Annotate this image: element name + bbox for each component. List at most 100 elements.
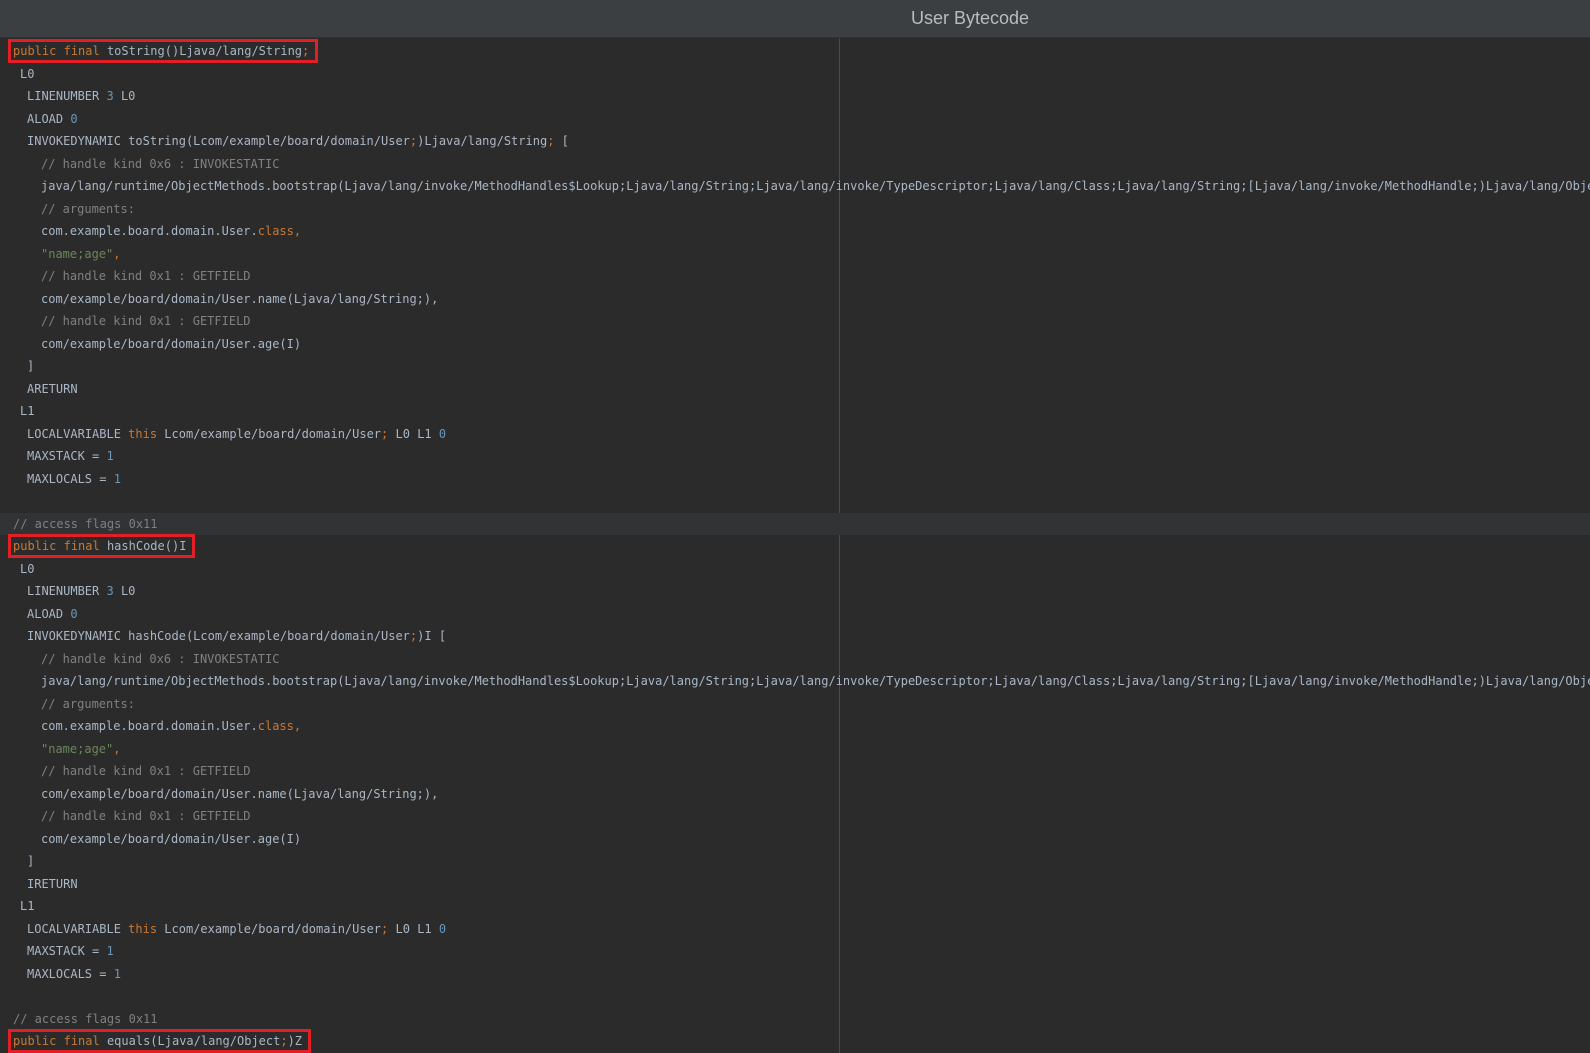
- bytecode-editor[interactable]: public final toString()Ljava/lang/String…: [0, 38, 1590, 1053]
- comment-line: // handle kind 0x6 : INVOKESTATIC: [41, 156, 280, 171]
- access-flags-comment: // access flags 0x11: [13, 1011, 158, 1026]
- method-signature-highlight: public final hashCode()I: [7, 534, 196, 558]
- opcode: ALOAD: [27, 111, 64, 126]
- opcode: LINENUMBER: [27, 584, 100, 598]
- keyword-public: public: [13, 44, 57, 58]
- label-l0: L0: [20, 66, 35, 81]
- linenumber-line: LINENUMBER 3 L0: [0, 580, 1590, 603]
- keyword-public: public: [13, 1034, 57, 1048]
- local-labels: L0 L1: [395, 426, 432, 441]
- keyword-class: class: [257, 224, 294, 238]
- maxlocals-value: 1: [113, 471, 121, 486]
- field-handle-line: com/example/board/domain/User.age(I): [41, 336, 302, 351]
- method-signature-line: public final toString()Ljava/lang/String…: [0, 39, 1590, 63]
- maxstack-value: 1: [106, 944, 114, 958]
- comment-line: // handle kind 0x1 : GETFIELD: [41, 314, 251, 328]
- opcode: ALOAD: [27, 606, 64, 621]
- comment-line: // arguments:: [41, 201, 135, 216]
- keyword-final: final: [63, 1034, 100, 1048]
- local-index: 0: [438, 426, 447, 441]
- maxlocals-line: MAXLOCALS = 1: [0, 468, 1590, 491]
- linenumber-line: LINENUMBER 3 L0: [0, 85, 1590, 108]
- bracket-open: [: [561, 134, 569, 148]
- invokedynamic-line: INVOKEDYNAMIC hashCode(Lcom/example/boar…: [27, 629, 447, 643]
- argument-class: com.example.board.domain.User.: [41, 224, 258, 238]
- maxlocals-value: 1: [113, 966, 121, 981]
- comment-line: // handle kind 0x1 : GETFIELD: [41, 764, 251, 778]
- method-descriptor: toString()Ljava/lang/String: [106, 44, 303, 58]
- opcode: LINENUMBER: [27, 89, 100, 103]
- localvariable-line: LOCALVARIABLE this Lcom/example/board/do…: [27, 921, 447, 936]
- local-type: Lcom/example/board/domain/User: [164, 426, 382, 441]
- label-line: L0: [0, 63, 1590, 86]
- method-signature-line: public final hashCode()I: [0, 534, 1590, 558]
- operand: 0: [70, 606, 78, 621]
- bytecode-listing: public final toString()Ljava/lang/String…: [0, 39, 1590, 1053]
- local-labels: L0 L1: [395, 921, 432, 936]
- maxlocals-line: MAXLOCALS = 1: [0, 963, 1590, 986]
- label-ref: L0: [120, 89, 136, 103]
- invoke-return: )Ljava/lang/String: [417, 134, 548, 148]
- argument-string: "name;age": [41, 741, 114, 756]
- comment-line: // handle kind 0x1 : GETFIELD: [41, 269, 251, 283]
- keyword-class: class: [257, 719, 294, 733]
- opcode: LOCALVARIABLE: [27, 921, 121, 936]
- argument-class: com.example.board.domain.User.: [41, 719, 258, 733]
- aload-line: ALOAD 0: [0, 603, 1590, 626]
- field-handle-line: com/example/board/domain/User.name(Ljava…: [41, 291, 439, 306]
- local-index: 0: [438, 921, 447, 936]
- maxlocals-label: MAXLOCALS =: [27, 471, 107, 486]
- operand: 0: [70, 111, 78, 126]
- maxlocals-label: MAXLOCALS =: [27, 966, 107, 981]
- opcode: LOCALVARIABLE: [27, 426, 121, 441]
- argument-string-line: "name;age",: [41, 741, 121, 756]
- maxstack-label: MAXSTACK =: [27, 944, 100, 958]
- comment-line: // handle kind 0x1 : GETFIELD: [41, 809, 251, 823]
- comment-line: // handle kind 0x6 : INVOKESTATIC: [41, 651, 280, 666]
- label-ref: L0: [120, 584, 136, 598]
- field-handle-line: com/example/board/domain/User.name(Ljava…: [41, 786, 439, 801]
- bracket-close-line: ]: [27, 359, 35, 373]
- access-flags-comment: // access flags 0x11: [0, 512, 1590, 535]
- aload-line: ALOAD 0: [0, 108, 1590, 131]
- line-number: 3: [106, 89, 114, 103]
- method-signature-line: public final equals(Ljava/lang/Object;)Z: [0, 1029, 1590, 1053]
- return-line: ARETURN: [27, 381, 78, 396]
- comment-line: // arguments:: [41, 696, 135, 711]
- local-type: Lcom/example/board/domain/User: [164, 921, 382, 936]
- method-descriptor: equals(Ljava/lang/Object: [106, 1034, 281, 1048]
- invoke-descriptor: INVOKEDYNAMIC toString(Lcom/example/boar…: [27, 134, 410, 148]
- bootstrap-line: java/lang/runtime/ObjectMethods.bootstra…: [41, 179, 1590, 193]
- return-line: IRETURN: [27, 876, 78, 891]
- keyword-this: this: [128, 426, 158, 441]
- label-line: L0: [0, 558, 1590, 581]
- method-descriptor: hashCode()I: [106, 539, 187, 553]
- maxstack-label: MAXSTACK =: [27, 449, 100, 463]
- maxstack-line: MAXSTACK = 1: [0, 445, 1590, 468]
- bootstrap-line: java/lang/runtime/ObjectMethods.bootstra…: [41, 674, 1590, 688]
- keyword-public: public: [13, 539, 57, 553]
- argument-class-line: com.example.board.domain.User.class,: [41, 719, 302, 733]
- label-line: L1: [20, 899, 35, 913]
- window-title-bar: User Bytecode: [0, 0, 1590, 38]
- bracket-open: [: [438, 629, 447, 643]
- argument-string: "name;age": [41, 246, 114, 261]
- maxstack-line: MAXSTACK = 1: [0, 940, 1590, 963]
- method-signature-highlight: public final equals(Ljava/lang/Object;)Z: [7, 1029, 312, 1053]
- keyword-final: final: [63, 539, 100, 553]
- localvariable-line: LOCALVARIABLE this Lcom/example/board/do…: [27, 426, 447, 441]
- field-handle-line: com/example/board/domain/User.age(I): [41, 831, 302, 846]
- keyword-this: this: [128, 921, 158, 936]
- method-return: )Z: [287, 1034, 303, 1048]
- maxstack-value: 1: [106, 449, 114, 463]
- method-signature-highlight: public final toString()Ljava/lang/String…: [7, 39, 319, 63]
- invoke-descriptor: INVOKEDYNAMIC hashCode(Lcom/example/boar…: [27, 629, 410, 643]
- argument-string-line: "name;age",: [41, 246, 121, 261]
- line-number: 3: [106, 584, 114, 598]
- argument-class-line: com.example.board.domain.User.class,: [41, 224, 302, 238]
- invokedynamic-line: INVOKEDYNAMIC toString(Lcom/example/boar…: [27, 134, 569, 148]
- keyword-final: final: [63, 44, 100, 58]
- label-l0: L0: [20, 561, 35, 576]
